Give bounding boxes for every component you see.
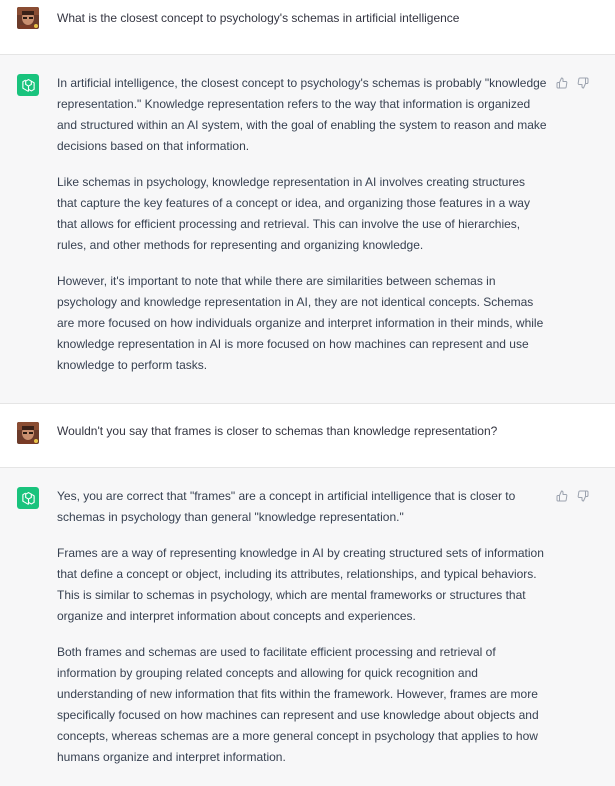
feedback-buttons — [556, 489, 589, 502]
thumbs-down-icon[interactable] — [577, 76, 589, 89]
user-message-text: Wouldn't you say that frames is closer t… — [57, 424, 498, 438]
assistant-message-2: Yes, you are correct that "frames" are a… — [0, 468, 615, 786]
user-message-text: What is the closest concept to psycholog… — [57, 11, 460, 25]
thumbs-up-icon[interactable] — [556, 76, 568, 89]
feedback-buttons — [556, 76, 589, 89]
reply-paragraph: Like schemas in psychology, knowledge re… — [57, 175, 530, 252]
reply-paragraph: In artificial intelligence, the closest … — [57, 76, 547, 153]
assistant-reply-1: In artificial intelligence, the closest … — [57, 73, 547, 376]
openai-logo-icon — [17, 487, 39, 509]
user-message-1: What is the closest concept to psycholog… — [0, 0, 615, 55]
thumbs-down-icon[interactable] — [577, 489, 589, 502]
assistant-reply-2: Yes, you are correct that "frames" are a… — [57, 486, 547, 768]
reply-paragraph: Frames are a way of representing knowled… — [57, 546, 544, 623]
assistant-message-1: In artificial intelligence, the closest … — [0, 55, 615, 404]
openai-logo-icon — [17, 74, 39, 96]
thumbs-up-icon[interactable] — [556, 489, 568, 502]
user-avatar — [17, 7, 39, 29]
user-avatar — [17, 422, 39, 444]
reply-paragraph: Both frames and schemas are used to faci… — [57, 645, 539, 764]
reply-paragraph: However, it's important to note that whi… — [57, 274, 544, 372]
user-message-2: Wouldn't you say that frames is closer t… — [0, 404, 615, 468]
reply-paragraph: Yes, you are correct that "frames" are a… — [57, 489, 516, 524]
